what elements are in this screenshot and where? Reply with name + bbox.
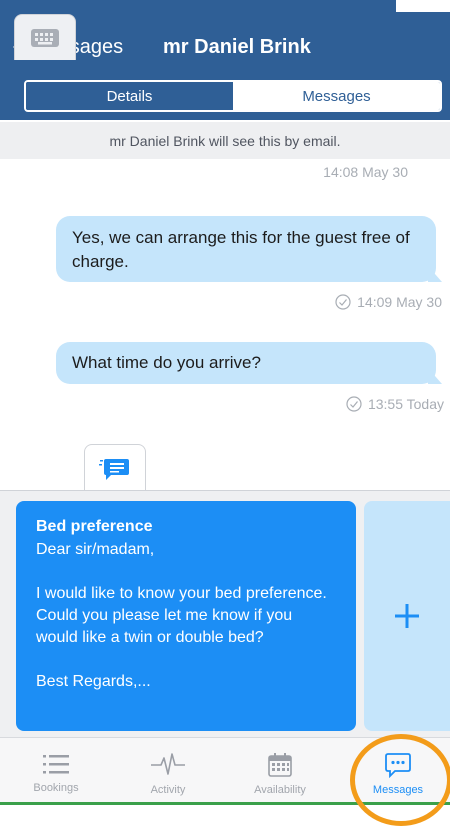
plus-icon — [395, 604, 419, 628]
segment-details[interactable]: Details — [26, 82, 233, 110]
email-notice: mr Daniel Brink will see this by email. — [0, 122, 450, 159]
tab-label: Bookings — [33, 782, 79, 794]
message-timestamp: 14:08 May 30 — [323, 164, 408, 180]
page-title: mr Daniel Brink — [163, 36, 311, 58]
tab-bookings[interactable]: Bookings — [0, 738, 112, 805]
message-timestamp: 14:09 May 30 — [335, 294, 442, 310]
message-bubble[interactable]: Yes, we can arrange this for the guest f… — [56, 216, 442, 282]
check-circle-icon — [335, 294, 351, 310]
tab-availability[interactable]: Availability — [224, 738, 336, 805]
chat-bubble-icon — [385, 753, 411, 778]
message-text: What time do you arrive? — [72, 353, 261, 372]
tab-keyboard[interactable] — [14, 14, 76, 60]
add-template-button[interactable] — [364, 501, 450, 731]
chat-template-icon — [99, 458, 129, 480]
tab-templates[interactable] — [84, 444, 146, 492]
message-bubble[interactable]: What time do you arrive? — [56, 342, 442, 384]
template-body: Dear sir/madam, I would like to know you… — [36, 541, 327, 690]
tab-activity[interactable]: Activity — [112, 738, 224, 805]
tab-messages[interactable]: Messages — [346, 738, 450, 805]
template-title: Bed preference — [36, 518, 153, 535]
segmented-control: Details Messages — [24, 80, 442, 112]
keyboard-icon — [31, 28, 59, 47]
tab-label: Activity — [150, 784, 186, 796]
calendar-icon — [268, 753, 292, 777]
segment-messages[interactable]: Messages — [233, 82, 440, 110]
message-timestamp: 13:55 Today — [346, 396, 444, 412]
template-card[interactable]: Bed preference Dear sir/madam, I would l… — [16, 501, 356, 731]
list-icon — [43, 755, 69, 774]
message-text: Yes, we can arrange this for the guest f… — [72, 228, 410, 271]
bottom-divider — [0, 802, 450, 805]
tab-label: Messages — [372, 784, 424, 796]
tab-label: Availability — [254, 784, 306, 796]
pulse-icon — [151, 753, 185, 775]
check-circle-icon — [346, 396, 362, 412]
bottom-tab-bar: Bookings Activity Availability Messages — [0, 737, 450, 804]
